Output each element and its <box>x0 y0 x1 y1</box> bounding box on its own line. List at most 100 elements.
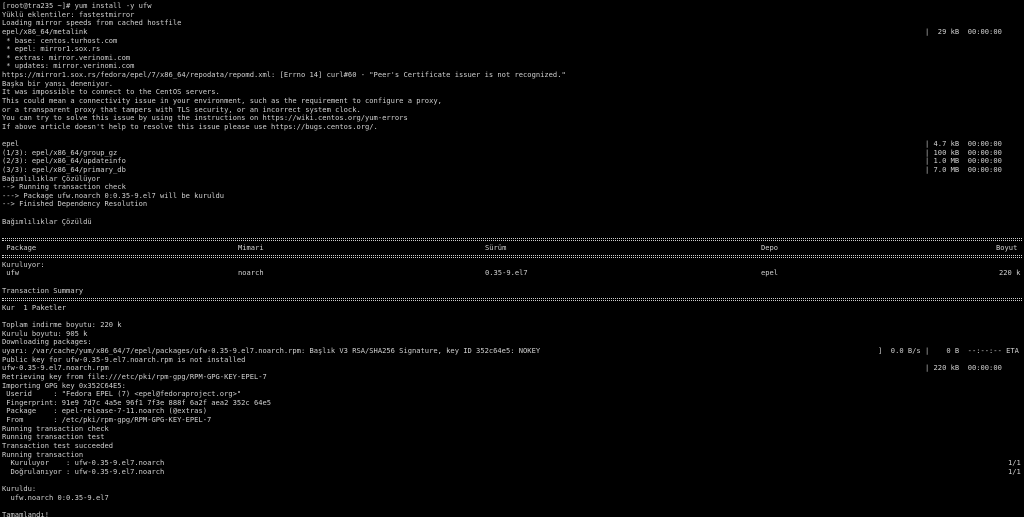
line-text: Doğrulanıyor : ufw-0.35-9.el7.noarch <box>2 467 165 476</box>
line-text: Running transaction <box>2 450 84 459</box>
progress-info: | 220 kB 00:00:00 <box>925 364 1002 373</box>
terminal-line: This could mean a connectivity issue in … <box>2 97 1022 106</box>
line-text: Kur 1 Paketler <box>2 303 67 312</box>
line-text: Tamamlandı! <box>2 510 49 517</box>
terminal-line: or a transparent proxy that tampers with… <box>2 106 1022 115</box>
terminal-line: Package : epel-release-7-11.noarch (@ext… <box>2 407 1022 416</box>
terminal-line: Transaction Summary <box>2 287 1022 296</box>
terminal-line: If above article doesn't help to resolve… <box>2 123 1022 132</box>
terminal-line: Bağımlılıklar Çözülüyor <box>2 175 1022 184</box>
package-table-row: Package Mimari Sürüm Depo Boyut <box>2 244 1022 253</box>
terminal-line: Downloading packages: <box>2 338 1022 347</box>
terminal-line: * extras: mirror.verinomi.com <box>2 54 1022 63</box>
terminal-output: [root@tra235 ~]# yum install -y ufw Yükl… <box>2 2 1022 517</box>
line-text: Downloading packages: <box>2 338 92 347</box>
terminal-line: (1/3): epel/x86_64/group_gz | 100 kB 00:0… <box>2 149 1022 158</box>
table-cell: epel <box>761 269 779 278</box>
table-cell: Boyut <box>996 243 1018 252</box>
line-text: Running transaction test <box>2 433 105 442</box>
terminal-line: epel | 4.7 kB 00:00:00 <box>2 140 1022 149</box>
terminal-line: https://mirror1.sox.rs/fedora/epel/7/x86… <box>2 71 1022 80</box>
separator-rule <box>2 295 1022 304</box>
table-cell: noarch <box>238 269 264 278</box>
line-text: Running transaction check <box>2 424 109 433</box>
table-cell: Package <box>2 243 37 252</box>
terminal-window[interactable]: [root@tra235 ~]# yum install -y ufw Yükl… <box>0 0 1024 517</box>
terminal-line: Başka bir yansı deneniyor. <box>2 80 1022 89</box>
terminal-line: ---> Package ufw.noarch 0:0.35-9.el7 wil… <box>2 192 1022 201</box>
terminal-line: Tamamlandı! <box>2 511 1022 517</box>
line-text: Bağımlılıklar Çözülüyor <box>2 174 101 183</box>
terminal-line: ufw.noarch 0:0.35-9.el7 <box>2 494 1022 503</box>
line-text: Loading mirror speeds from cached hostfi… <box>2 19 182 28</box>
line-text: Retrieving key from file:///etc/pki/rpm-… <box>2 372 267 381</box>
terminal-line: Toplam indirme boyutu: 220 k <box>2 321 1022 330</box>
line-text: ufw-0.35-9.el7.noarch.rpm <box>2 364 109 373</box>
terminal-line: Running transaction <box>2 451 1022 460</box>
line-text: * extras: mirror.verinomi.com <box>2 53 131 62</box>
terminal-line: Bağımlılıklar Çözüldü <box>2 218 1022 227</box>
line-text: If above article doesn't help to resolve… <box>2 122 378 131</box>
line-text: Kurulu boyutu: 905 k <box>2 329 88 338</box>
terminal-line: Fingerprint: 91e9 7d7c 4a5e 96f1 7f3e 88… <box>2 399 1022 408</box>
line-text: * base: centos.turhost.com <box>2 36 118 45</box>
line-text: Yüklü eklentiler: fastestmirror <box>2 10 135 19</box>
line-text: ---> Package ufw.noarch 0:0.35-9.el7 wil… <box>2 191 225 200</box>
terminal-line: epel/x86_64/metalink | 29 kB 00:00:00 <box>2 28 1022 37</box>
line-text: Toplam indirme boyutu: 220 k <box>2 321 122 330</box>
line-text: Kuruluyor: <box>2 260 45 269</box>
command-prompt: [root@tra235 ~]# yum install -y ufw <box>2 2 152 10</box>
terminal-line: Kuruluyor : ufw-0.35-9.el7.noarch 1/1 <box>2 459 1022 468</box>
terminal-line: Retrieving key from file:///etc/pki/rpm-… <box>2 373 1022 382</box>
line-text: Public key for ufw-0.35-9.el7.noarch.rpm… <box>2 355 246 364</box>
terminal-line: * epel: mirror1.sox.rs <box>2 45 1022 54</box>
terminal-line: Kur 1 Paketler <box>2 304 1022 313</box>
line-text: ufw.noarch 0:0.35-9.el7 <box>2 493 109 502</box>
line-text: * updates: mirror.verinomi.com <box>2 62 135 71</box>
terminal-line: Kurulu boyutu: 905 k <box>2 330 1022 339</box>
progress-info: | 4.7 kB 00:00:00 <box>925 140 1002 148</box>
terminal-line: Yüklü eklentiler: fastestmirror <box>2 11 1022 20</box>
line-text: (1/3): epel/x86_64/group_gz <box>2 148 118 157</box>
terminal-line: Doğrulanıyor : ufw-0.35-9.el7.noarch 1/1 <box>2 468 1022 477</box>
line-text: or a transparent proxy that tampers with… <box>2 105 361 114</box>
terminal-line: (3/3): epel/x86_64/primary_db | 7.0 MB 00… <box>2 166 1022 175</box>
line-text: --> Finished Dependency Resolution <box>2 200 148 209</box>
table-cell: ufw <box>2 269 20 278</box>
progress-info: | 7.0 MB 00:00:00 <box>925 165 1002 174</box>
line-text: epel/x86_64/metalink <box>2 27 88 36</box>
line-text: It was impossible to connect to the Cent… <box>2 88 220 97</box>
line-text: epel <box>2 140 20 148</box>
terminal-line: Running transaction test <box>2 433 1022 442</box>
terminal-line: uyarı: /var/cache/yum/x86_64/7/epel/pack… <box>2 347 1022 356</box>
package-table-row: ufw noarch 0.35-9.el7 epel 220 k <box>2 269 1022 278</box>
terminal-line: --> Finished Dependency Resolution <box>2 200 1022 209</box>
progress-info: | 29 kB 00:00:00 <box>925 27 1002 36</box>
terminal-line: (2/3): epel/x86_64/updateinfo | 1.0 MB 00… <box>2 157 1022 166</box>
terminal-line: Userid : "Fedora EPEL (7) <epel@fedorapr… <box>2 390 1022 399</box>
progress-info: 1/1 <box>1008 467 1021 476</box>
line-text: Başka bir yansı deneniyor. <box>2 79 114 88</box>
separator-rule <box>2 252 1022 261</box>
line-text: Bağımlılıklar Çözüldü <box>2 217 92 226</box>
line-text: https://mirror1.sox.rs/fedora/epel/7/x86… <box>2 71 566 79</box>
line-text: Userid : "Fedora EPEL (7) <epel@fedorapr… <box>2 390 242 399</box>
terminal-line: Transaction test succeeded <box>2 442 1022 451</box>
table-cell: Mimari <box>238 243 264 252</box>
table-cell: 220 k <box>999 269 1021 278</box>
progress-info: ] 0.0 B/s | 0 B --:--:-- ETA <box>878 347 1019 355</box>
table-cell: Sürüm <box>485 243 507 252</box>
terminal-line: Importing GPG key 0x352C64E5: <box>2 382 1022 391</box>
line-text: Fingerprint: 91e9 7d7c 4a5e 96f1 7f3e 88… <box>2 398 272 407</box>
command-prompt-line: [root@tra235 ~]# yum install -y ufw <box>2 2 1022 11</box>
terminal-line: Loading mirror speeds from cached hostfi… <box>2 19 1022 28</box>
line-text: --> Running transaction check <box>2 183 126 192</box>
table-cell: 0.35-9.el7 <box>485 269 528 278</box>
progress-info: 1/1 <box>1008 459 1021 468</box>
progress-info: | 1.0 MB 00:00:00 <box>925 157 1002 166</box>
